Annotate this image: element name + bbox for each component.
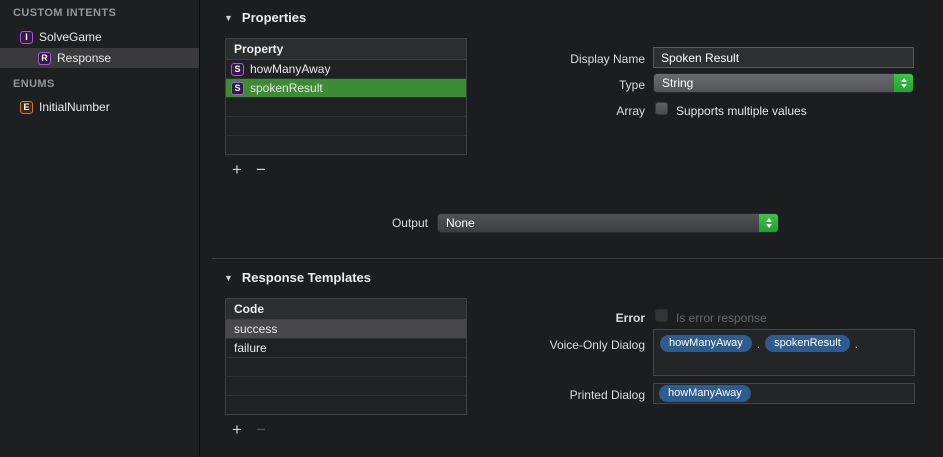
array-checkbox-label: Supports multiple values [676,104,807,118]
table-row-success[interactable]: success [226,320,466,339]
code-name: success [234,322,278,336]
parameter-token-pill[interactable]: spokenResult [765,335,850,353]
sidebar-item-response[interactable]: R Response [0,48,199,68]
table-row-empty [226,136,466,155]
remove-property-button[interactable]: − [256,161,266,178]
properties-section-header[interactable]: ▼ Properties [224,10,306,25]
property-name: howManyAway [250,62,331,76]
table-row-empty [226,117,466,136]
disclosure-triangle-icon[interactable]: ▼ [224,13,233,23]
property-name: spokenResult [250,81,323,95]
section-divider [212,258,943,259]
error-checkbox[interactable] [655,309,668,322]
output-select[interactable]: None [437,213,779,233]
response-templates-section-title: Response Templates [241,270,372,285]
table-row-empty [226,396,466,415]
table-row-failure[interactable]: failure [226,339,466,358]
response-templates-section-header[interactable]: ▼ Response Templates [224,270,371,285]
disclosure-triangle-icon[interactable]: ▼ [224,273,233,283]
enum-icon: E [20,100,33,114]
add-property-button[interactable]: + [232,161,242,178]
add-template-button[interactable]: + [232,421,242,438]
enums-section-title: ENUMS [13,78,55,90]
string-type-icon: S [231,62,244,76]
sidebar-item-label: Response [57,51,112,65]
intent-editor-window: CUSTOM INTENTS I SolveGame R Response EN… [0,0,943,457]
response-icon: R [38,51,51,65]
table-row-empty [226,98,466,117]
dialog-text: . [854,337,859,351]
display-name-input[interactable] [653,47,914,68]
type-select[interactable]: String [653,73,914,93]
sidebar: CUSTOM INTENTS I SolveGame R Response EN… [0,0,200,457]
response-templates-table: Code success failure [225,298,467,415]
string-type-icon: S [231,81,244,95]
properties-section-title: Properties [241,10,307,25]
table-row-howmanyaway[interactable]: S howManyAway [226,60,466,79]
code-table-header: Code [226,299,466,320]
parameter-token-pill[interactable]: howManyAway [660,335,752,353]
properties-table: Property S howManyAway S spokenResult [225,38,467,155]
sidebar-item-label: InitialNumber [39,100,110,114]
output-selected-value: None [446,216,475,230]
array-checkbox[interactable] [655,102,668,115]
parameter-token-pill[interactable]: howManyAway [659,384,751,403]
remove-template-button[interactable]: − [256,421,266,438]
code-name: failure [234,341,267,355]
error-checkbox-label: Is error response [676,311,767,325]
voice-only-dialog-field[interactable]: howManyAway . spokenResult . [653,329,915,376]
intent-icon: I [20,30,33,44]
properties-table-header: Property [226,39,466,60]
sidebar-item-initialnumber[interactable]: E InitialNumber [0,97,199,117]
dialog-text: . [756,337,761,351]
stepper-chevrons-icon [759,214,778,232]
table-row-empty [226,358,466,377]
table-row-empty [226,377,466,396]
type-selected-value: String [662,76,694,90]
table-row-spokenresult[interactable]: S spokenResult [226,79,466,98]
printed-dialog-field[interactable]: howManyAway [653,383,915,404]
stepper-chevrons-icon [894,74,913,92]
sidebar-item-label: SolveGame [39,30,102,44]
sidebar-item-solvegame[interactable]: I SolveGame [0,27,199,47]
custom-intents-section-title: CUSTOM INTENTS [13,7,117,19]
